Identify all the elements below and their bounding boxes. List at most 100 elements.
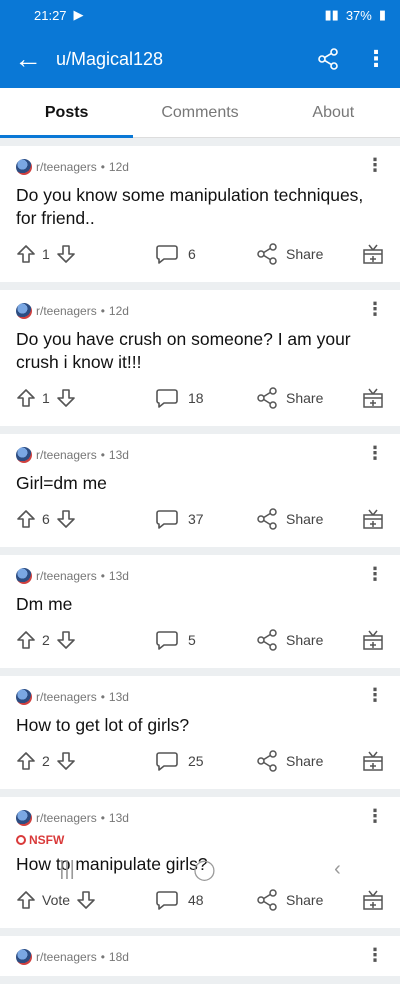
home-icon[interactable]: ◯	[193, 857, 215, 882]
post-title[interactable]: Dm me	[16, 593, 384, 616]
post-card[interactable]: r/teenagers • 18d ⋮	[0, 936, 400, 976]
post-title[interactable]: How to get lot of girls?	[16, 714, 384, 737]
post-more-icon[interactable]: ⋮	[366, 686, 384, 704]
comments-button[interactable]: 18	[156, 388, 256, 408]
upvote-icon[interactable]	[16, 388, 36, 408]
comments-button[interactable]: 5	[156, 630, 256, 650]
comment-count: 48	[188, 892, 204, 908]
share-button[interactable]: Share	[256, 387, 360, 409]
recent-apps-icon[interactable]: |||	[59, 858, 75, 881]
post-more-icon[interactable]: ⋮	[366, 946, 384, 964]
share-label: Share	[286, 632, 324, 648]
nsfw-label: NSFW	[29, 833, 65, 847]
upvote-icon[interactable]	[16, 890, 36, 910]
award-icon[interactable]	[360, 889, 384, 911]
community-name[interactable]: r/teenagers	[36, 690, 97, 704]
share-icon	[256, 889, 278, 911]
share-label: Share	[286, 892, 324, 908]
vote-group: 2	[16, 630, 156, 650]
post-more-icon[interactable]: ⋮	[366, 565, 384, 583]
share-button[interactable]: Share	[256, 750, 360, 772]
tab-comments[interactable]: Comments	[133, 88, 266, 137]
nsfw-badge: NSFW	[16, 833, 384, 847]
post-meta: r/teenagers • 13d	[16, 686, 384, 708]
comments-button[interactable]: 37	[156, 509, 256, 529]
award-icon[interactable]	[360, 387, 384, 409]
downvote-icon[interactable]	[56, 509, 76, 529]
meta-separator: •	[100, 304, 105, 318]
comments-button[interactable]: 6	[156, 244, 256, 264]
award-icon[interactable]	[360, 508, 384, 530]
post-card[interactable]: r/teenagers • 13d ⋮ How to get lot of girls?…	[0, 676, 400, 789]
share-button[interactable]: Share	[256, 629, 360, 651]
post-meta: r/teenagers • 18d	[16, 946, 384, 968]
community-avatar	[16, 689, 32, 705]
battery-level: 37%	[345, 7, 372, 23]
tab-about[interactable]: About	[267, 88, 400, 137]
vote-group: 2	[16, 751, 156, 771]
community-avatar	[16, 303, 32, 319]
share-button[interactable]: Share	[256, 508, 360, 530]
upvote-icon[interactable]	[16, 630, 36, 650]
community-name[interactable]: r/teenagers	[36, 448, 97, 462]
upvote-icon[interactable]	[16, 751, 36, 771]
share-icon[interactable]	[304, 48, 352, 70]
comment-count: 5	[188, 632, 196, 648]
community-avatar	[16, 447, 32, 463]
comments-button[interactable]: 25	[156, 751, 256, 771]
downvote-icon[interactable]	[56, 630, 76, 650]
community-name[interactable]: r/teenagers	[36, 160, 97, 174]
status-bar: 21:27 ▶ ▮▮ 37% ▮	[0, 0, 400, 30]
post-card[interactable]: r/teenagers • 12d ⋮ Do you have crush on som…	[0, 290, 400, 426]
community-name[interactable]: r/teenagers	[36, 304, 97, 318]
upvote-icon[interactable]	[16, 244, 36, 264]
downvote-icon[interactable]	[56, 388, 76, 408]
post-card[interactable]: r/teenagers • 12d ⋮ Do you know some manipul…	[0, 146, 400, 282]
share-label: Share	[286, 390, 324, 406]
comment-count: 18	[188, 390, 204, 406]
profile-tabs: Posts Comments About	[0, 88, 400, 138]
downvote-icon[interactable]	[56, 244, 76, 264]
comment-count: 25	[188, 753, 204, 769]
post-title[interactable]: Do you have crush on someone? I am your …	[16, 328, 384, 374]
post-more-icon[interactable]: ⋮	[366, 156, 384, 174]
post-actions: 2 25 Share	[16, 741, 384, 781]
post-card[interactable]: r/teenagers • 13d ⋮ Girl=dm me 6 37 Share	[0, 434, 400, 547]
post-meta: r/teenagers • 12d	[16, 156, 384, 178]
meta-separator: •	[100, 569, 105, 583]
award-icon[interactable]	[360, 629, 384, 651]
post-more-icon[interactable]: ⋮	[366, 300, 384, 318]
post-age: 18d	[108, 950, 129, 964]
share-button[interactable]: Share	[256, 243, 360, 265]
community-name[interactable]: r/teenagers	[36, 950, 97, 964]
downvote-icon[interactable]	[56, 751, 76, 771]
community-name[interactable]: r/teenagers	[36, 569, 97, 583]
tab-posts[interactable]: Posts	[0, 88, 134, 138]
comment-icon	[156, 630, 178, 650]
post-title[interactable]: Girl=dm me	[16, 472, 384, 495]
post-meta: r/teenagers • 13d	[16, 565, 384, 587]
share-label: Share	[286, 753, 324, 769]
downvote-icon[interactable]	[76, 890, 96, 910]
back-icon[interactable]: ‹	[334, 858, 341, 881]
comments-button[interactable]: 48	[156, 890, 256, 910]
post-age: 12d	[108, 304, 129, 318]
signal-icon: ▮▮	[324, 7, 339, 22]
share-button[interactable]: Share	[256, 889, 360, 911]
award-icon[interactable]	[360, 750, 384, 772]
vote-group: 1	[16, 388, 156, 408]
back-arrow-icon[interactable]: ←	[0, 45, 56, 73]
comment-icon	[156, 509, 178, 529]
upvote-icon[interactable]	[16, 509, 36, 529]
more-options-icon[interactable]: ⋮	[352, 46, 400, 72]
post-title[interactable]: Do you know some manipulation techniques…	[16, 184, 384, 230]
vote-count: 2	[42, 753, 50, 769]
post-more-icon[interactable]: ⋮	[366, 444, 384, 462]
community-name[interactable]: r/teenagers	[36, 811, 97, 825]
share-icon	[256, 387, 278, 409]
meta-separator: •	[100, 811, 105, 825]
post-card[interactable]: r/teenagers • 13d ⋮ Dm me 2 5 Share	[0, 555, 400, 668]
award-icon[interactable]	[360, 243, 384, 265]
post-more-icon[interactable]: ⋮	[366, 807, 384, 825]
comment-icon	[156, 244, 178, 264]
